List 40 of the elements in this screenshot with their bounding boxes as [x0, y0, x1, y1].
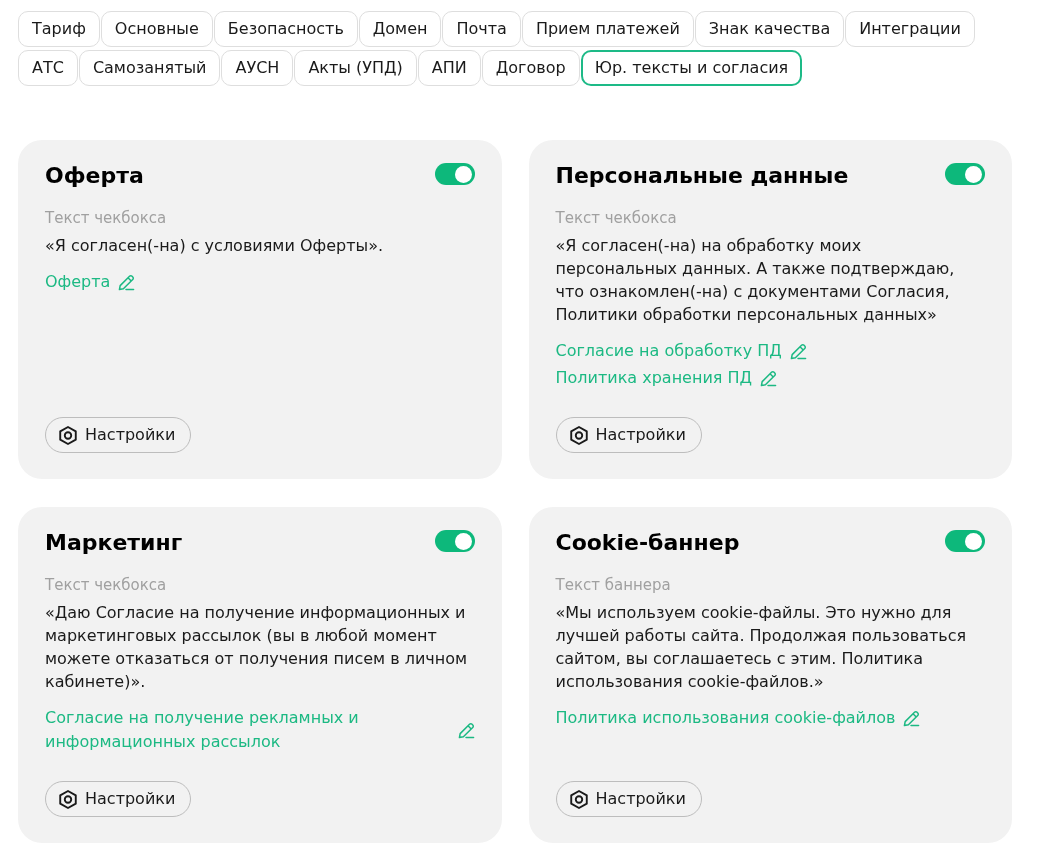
card-title: Оферта — [45, 162, 144, 190]
tab[interactable]: Почта — [442, 11, 521, 47]
settings-icon — [569, 425, 588, 445]
tab[interactable]: Договор — [481, 50, 580, 86]
tab[interactable]: Акты (УПД) — [294, 50, 417, 86]
tab[interactable]: Самозанятый — [78, 50, 221, 86]
tab[interactable]: АУСН — [221, 50, 294, 86]
pencil-icon[interactable] — [118, 273, 136, 291]
consent-text: «Я согласен(-на) на обработку моих персональных данных. А также подтверждаю, что ознакомлен(-на) с документами Согласия, Политики обработки персональных данных» — [555, 235, 956, 326]
card-title: Маркетинг — [45, 529, 183, 557]
card-title: Персональные данные — [555, 162, 849, 190]
settings-icon — [59, 425, 77, 445]
toggle-switch[interactable] — [434, 163, 475, 185]
tab[interactable]: Знак качества — [694, 11, 845, 47]
tab[interactable]: Тариф — [18, 11, 100, 47]
field-label: Текст чекбокса — [555, 208, 678, 228]
card-title: Cookie-баннер — [555, 529, 740, 557]
toggle-switch[interactable] — [945, 163, 985, 185]
consent-text: «Даю Согласие на получение информационных и маркетинговых рассылок (вы в любой момент можете отказаться от получения писем в личном кабинете)». — [45, 602, 469, 693]
consent-text: «Мы используем cookie-файлы. Это нужно для лучшей работы сайта. Продолжая пользоваться сайтом, вы соглашаетесь с этим. Политика использования cookie-файлов.» — [555, 602, 968, 693]
pencil-icon[interactable] — [903, 709, 921, 727]
field-label: Текст баннера — [555, 575, 672, 595]
pencil-icon[interactable] — [457, 721, 475, 739]
pencil-icon[interactable] — [760, 369, 778, 387]
settings-icon — [569, 789, 588, 809]
tab[interactable]: Безопасность — [213, 11, 358, 47]
tab[interactable]: Интеграции — [845, 11, 975, 47]
tab[interactable]: Домен — [358, 11, 442, 47]
toggle-switch[interactable] — [434, 530, 475, 552]
field-label: Текст чекбокса — [45, 575, 168, 595]
consent-text: «Я согласен(-на) с условиями Оферты». — [45, 235, 384, 257]
field-label: Текст чекбокса — [45, 208, 168, 228]
tab[interactable]: Юр. тексты и согласия — [580, 50, 803, 86]
pencil-icon[interactable] — [789, 342, 807, 360]
tab[interactable]: АПИ — [417, 50, 481, 86]
tab[interactable]: АТС — [18, 50, 78, 86]
toggle-switch[interactable] — [945, 530, 985, 552]
settings-icon — [59, 789, 77, 809]
tab[interactable]: Прием платежей — [521, 11, 694, 47]
tab[interactable]: Основные — [100, 11, 213, 47]
